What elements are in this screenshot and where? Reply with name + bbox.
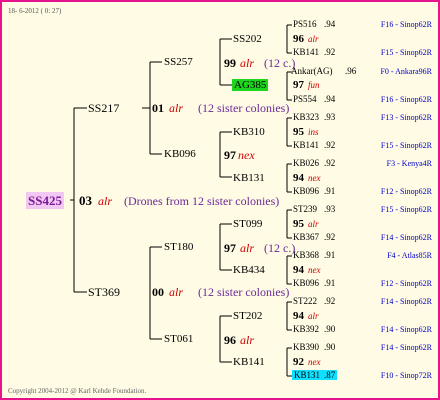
l3-name-8[interactable]: KB141 [233,357,265,368]
l4-lineage-10: F14 - Sinop62R [380,233,432,242]
l4-lineage-16: F10 - Sinop72R [380,371,432,380]
l4-name-6[interactable]: KB141 [293,141,319,150]
l2-name-3[interactable]: ST180 [164,242,193,253]
l2-name-1[interactable]: SS257 [164,57,193,68]
l3-trait-4: nex [308,173,321,183]
l1-gen-2: 00 [152,285,164,299]
l3-trait-1: alr [308,34,319,44]
l4-name-13[interactable]: ST222 [293,297,317,306]
l3-gen-5: 95 [293,218,304,230]
l4-lineage-11: F4 - Atlas85R [387,251,432,260]
l1-gen-1: 01 [152,101,164,115]
l3-trait-2: fun [308,80,320,90]
l1-note-1: (12 sister colonies) [198,101,290,115]
l3-name-2-label: AG385 [232,79,269,91]
l2-trait-2: nex [238,148,255,162]
header-timestamp: 18- 6-2012 ( 0: 27) [8,7,62,15]
l2-gen-2: 97 [224,148,236,162]
l3-gen-7: 94 [293,310,304,322]
l3-name-2[interactable]: AG385 [232,79,269,91]
l4-name-14[interactable]: KB392 [293,325,319,334]
l4-lineage-6: F15 - Sinop62R [380,141,432,150]
l4-lineage-4: F16 - Sinop62R [380,95,432,104]
l3-gen-3: 95 [293,126,304,138]
l2-gen-4: 96 [224,333,236,347]
l2-trait-3: alr [240,241,255,255]
l3-trait-5: alr [308,219,319,229]
l4-lineage-3: F0 - Ankara96R [380,67,432,76]
l1-note-2: (12 sister colonies) [198,285,290,299]
l2-name-4[interactable]: ST061 [164,334,193,345]
l3-gen-6: 94 [293,264,304,276]
root-note: (Drones from 12 sister colonies) [124,194,280,208]
l4-name-16[interactable]: KB131.87 [292,370,338,380]
l3-name-1[interactable]: SS202 [233,34,262,45]
l4-lineage-1: F16 - Sinop62R [380,20,432,29]
root-gen: 03 [79,193,92,208]
l2-gen-3: 97 [224,241,236,255]
pedigree-frame: 18- 6-2012 ( 0: 27) Copyright 2004-2012 … [0,0,440,400]
l2-note-3: (12 c.) [264,241,296,255]
l4-name-5[interactable]: KB323 [293,113,319,122]
root-trait: alr [98,194,113,208]
l4-lineage-5: F13 - Sinop62R [380,113,432,122]
l4-lineage-15: F14 - Sinop62R [380,343,432,352]
l3-name-4[interactable]: KB131 [233,173,265,184]
l4-name-8[interactable]: KB096 [293,187,319,196]
l3-trait-8: nex [308,357,321,367]
l3-name-7[interactable]: ST202 [233,311,262,322]
l1-name-1[interactable]: SS217 [88,102,119,114]
l3-name-5[interactable]: ST099 [233,219,262,230]
l1-trait-1: alr [169,101,184,115]
l2-gen-1: 99 [224,56,236,70]
l4-name-3[interactable]: Ankar(AG) [291,67,332,76]
l3-gen-4: 94 [293,172,304,184]
l4-name-16-label: KB131 [292,370,323,380]
l4-name-12[interactable]: KB096 [293,279,319,288]
root-node[interactable]: SS425 [26,192,64,209]
l3-name-6[interactable]: KB434 [233,265,265,276]
l4-lineage-14: F14 - Sinop62R [380,325,432,334]
l3-trait-3: ins [308,127,319,137]
l4-name-15[interactable]: KB390 [293,343,319,352]
footer-copyright: Copyright 2004-2012 @ Karl Kehde Foundat… [8,387,147,395]
l2-trait-1: alr [240,56,255,70]
l4-name-10[interactable]: KB367 [293,233,319,242]
l2-name-2[interactable]: KB096 [164,149,196,160]
l3-gen-8: 92 [293,356,304,368]
l4-lineage-9: F15 - Sinop62R [380,205,432,214]
l2-trait-4: alr [240,333,255,347]
l4-name-11[interactable]: KB368 [293,251,319,260]
l3-gen-1: 96 [293,33,304,45]
l4-name-9[interactable]: ST239 [293,205,317,214]
l3-gen-2: 97 [293,79,304,91]
l3-name-3[interactable]: KB310 [233,127,265,138]
l3-trait-7: alr [308,311,319,321]
l1-name-2[interactable]: ST369 [88,286,120,298]
l1-trait-2: alr [169,285,184,299]
l4-lineage-13: F14 - Sinop62R [380,297,432,306]
l3-trait-6: nex [308,265,321,275]
l4-name-7[interactable]: KB026 [293,159,319,168]
l4-lineage-8: F12 - Sinop62R [380,187,432,196]
l4-name-4[interactable]: PS554 [293,95,317,104]
l4-name-1[interactable]: PS516 [293,20,317,29]
l4-name-2[interactable]: KB141 [293,48,319,57]
l4-lineage-2: F15 - Sinop62R [380,48,432,57]
l4-lineage-7: F3 - Kenya4R [386,159,432,168]
root-name: SS425 [26,192,64,209]
l4-lineage-12: F12 - Sinop62R [380,279,432,288]
